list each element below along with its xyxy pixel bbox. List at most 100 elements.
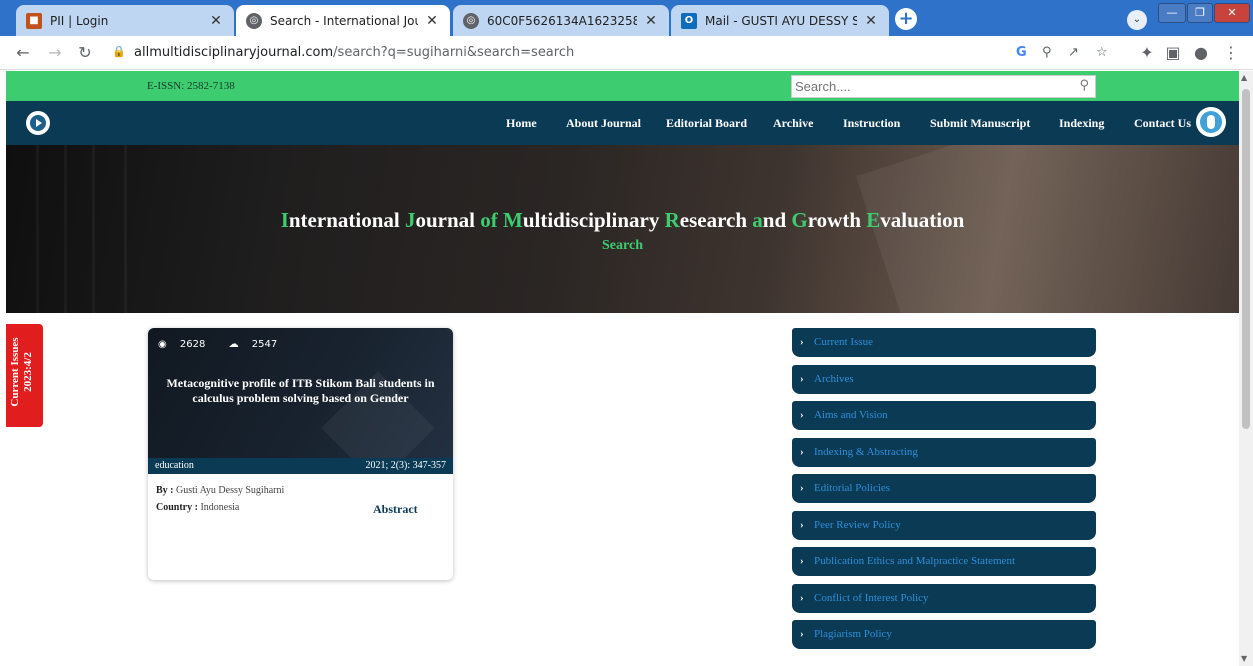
nav-indexing[interactable]: Indexing [1059, 116, 1104, 131]
side-menu-item[interactable]: › Plagiarism Policy [792, 620, 1096, 649]
current-issues-tab[interactable]: Current Issues 2023:4/2 [6, 324, 43, 427]
nav-editorial-board[interactable]: Editorial Board [666, 116, 747, 131]
side-menu-item[interactable]: › Indexing & Abstracting [792, 437, 1096, 467]
profile-avatar-icon[interactable]: ● [1190, 42, 1212, 64]
google-lens-icon[interactable]: G [1016, 45, 1027, 60]
browser-toolbar: ← → ↻ 🔒 allmultidisciplinaryjournal.com/… [0, 36, 1253, 70]
hero-title-part: esearch [679, 208, 753, 232]
article-author-line: By : Gusti Ayu Dessy Sugiharni [156, 485, 284, 496]
lock-icon[interactable]: 🔒 [112, 45, 126, 58]
hero-title-part: rowth [807, 208, 867, 232]
eye-icon: ◉ [158, 339, 167, 350]
hero-subtitle: Search [602, 238, 643, 253]
close-tab-icon[interactable]: ✕ [208, 13, 224, 29]
chevron-right-icon: › [800, 336, 804, 348]
hero-title-part: nd [762, 208, 792, 232]
share-icon[interactable]: ↗ [1068, 45, 1079, 60]
forward-arrow-icon[interactable]: → [44, 42, 66, 64]
minimize-window-button[interactable]: — [1158, 3, 1186, 23]
hero-title-part: E [866, 208, 881, 232]
site-search-input[interactable] [792, 76, 1062, 97]
nav-archive[interactable]: Archive [773, 116, 813, 131]
zoom-icon[interactable]: ⚲ [1042, 45, 1052, 60]
browser-tab-strip: ■ PII | Login ✕ ◎ Search - International… [0, 0, 1253, 36]
url-host: allmultidisciplinaryjournal.com [134, 45, 334, 60]
browser-tab[interactable]: O Mail - GUSTI AYU DESSY SUGIHA ✕ [671, 5, 889, 36]
hero-title-part: M [502, 208, 523, 232]
hero-title-part: valuation [880, 208, 965, 232]
tab-title: Search - International Journal of I [270, 13, 418, 28]
hero-title-part: I [280, 208, 289, 232]
hero-title: International Journal of Multidisciplina… [6, 208, 1239, 233]
browser-tab[interactable]: ◎ 60C0F5626134A1623258466.pdf ✕ [453, 5, 669, 36]
globe-icon: ◎ [246, 12, 262, 29]
new-tab-button[interactable]: + [895, 8, 917, 30]
tab-title: 60C0F5626134A1623258466.pdf [487, 13, 637, 28]
side-menu-item[interactable]: › Aims and Vision [792, 401, 1096, 430]
close-tab-icon[interactable]: ✕ [643, 13, 659, 29]
downloads-count: 2547 [251, 339, 278, 350]
bookmark-star-icon[interactable]: ☆ [1096, 45, 1108, 60]
top-info-strip: E-ISSN: 2582-7138 ⚲ [6, 71, 1239, 101]
browser-tab-active[interactable]: ◎ Search - International Journal of I ✕ [236, 5, 450, 36]
side-menu-item-label: Archives [814, 372, 854, 385]
abstract-link[interactable]: Abstract [373, 502, 418, 517]
reload-icon[interactable]: ↻ [74, 42, 96, 64]
side-menu-item[interactable]: › Editorial Policies [792, 474, 1096, 503]
hero-title-part: nternational [288, 208, 405, 232]
pii-favicon-icon: ■ [26, 12, 42, 29]
side-menu-item-label: Aims and Vision [814, 409, 888, 421]
chevron-right-icon: › [800, 409, 804, 421]
nav-home[interactable]: Home [506, 116, 537, 131]
hero-banner: International Journal of Multidisciplina… [6, 145, 1239, 313]
search-icon[interactable]: ⚲ [1079, 78, 1089, 93]
side-menu-item[interactable]: › Peer Review Policy [792, 510, 1096, 540]
journal-logo[interactable] [26, 111, 50, 135]
side-menu-item-label: Peer Review Policy [814, 518, 901, 531]
hero-title-part: R [664, 208, 680, 232]
hero-title-part: G [791, 208, 808, 232]
article-title[interactable]: Metacognitive profile of ITB Stikom Bali… [160, 376, 441, 406]
close-tab-icon[interactable]: ✕ [863, 13, 879, 29]
article-category: education [155, 460, 194, 471]
close-window-button[interactable]: ✕ [1214, 3, 1250, 23]
article-volume: 2021; 2(3): 347-357 [365, 460, 446, 471]
current-issues-tab-label: Current Issues 2023:4/2 [9, 324, 35, 420]
back-arrow-icon[interactable]: ← [12, 42, 34, 64]
views-count: 2628 [179, 339, 206, 350]
nav-about-journal[interactable]: About Journal [566, 116, 641, 131]
page-scrollbar[interactable]: ▲ ▼ [1239, 71, 1253, 666]
user-avatar-icon[interactable] [1196, 107, 1226, 137]
outlook-icon: O [681, 12, 697, 29]
country-label: Country : [156, 502, 198, 513]
article-author: Gusti Ayu Dessy Sugiharni [176, 485, 285, 496]
scrollbar-thumb[interactable] [1242, 89, 1250, 429]
search-result-card: ◉ 2628 ☁ 2547 Metacognitive profile of I… [148, 328, 453, 580]
current-issues-volume: 2023:4/2 [22, 352, 34, 392]
maximize-window-button[interactable]: ❐ [1187, 3, 1213, 23]
side-menu-item[interactable]: › Conflict of Interest Policy [792, 583, 1096, 613]
address-bar-url[interactable]: allmultidisciplinaryjournal.com/search?q… [134, 45, 574, 60]
side-menu-item-label: Current Issue [814, 336, 873, 348]
chevron-right-icon: › [800, 372, 804, 385]
card-stats: ◉ 2628 ☁ 2547 [158, 339, 297, 350]
close-tab-icon[interactable]: ✕ [424, 13, 440, 29]
side-panel-icon[interactable]: ▣ [1162, 42, 1184, 64]
nav-instruction[interactable]: Instruction [843, 116, 900, 131]
nav-submit-manuscript[interactable]: Submit Manuscript [930, 116, 1030, 131]
side-menu-item[interactable]: › Publication Ethics and Malpractice Stat… [792, 547, 1096, 576]
browser-menu-icon[interactable]: ⋮ [1220, 42, 1242, 64]
extensions-puzzle-icon[interactable]: ✦ [1136, 42, 1158, 64]
address-bar[interactable]: 🔒 allmultidisciplinaryjournal.com/search… [104, 40, 1124, 66]
scroll-up-icon[interactable]: ▲ [1241, 73, 1247, 82]
card-info-bar: education 2021; 2(3): 347-357 [148, 458, 453, 474]
chevron-right-icon: › [800, 518, 804, 531]
browser-tab[interactable]: ■ PII | Login ✕ [16, 5, 234, 36]
side-menu-item[interactable]: › Current Issue [792, 328, 1096, 357]
chevron-right-icon: › [800, 628, 804, 640]
nav-contact-us[interactable]: Contact Us [1134, 116, 1191, 131]
web-page: E-ISSN: 2582-7138 ⚲ Home About Journal E… [6, 71, 1239, 666]
scroll-down-icon[interactable]: ▼ [1241, 654, 1247, 663]
side-menu-item[interactable]: › Archives [792, 364, 1096, 394]
tab-search-dropdown-icon[interactable]: ⌄ [1127, 10, 1147, 30]
